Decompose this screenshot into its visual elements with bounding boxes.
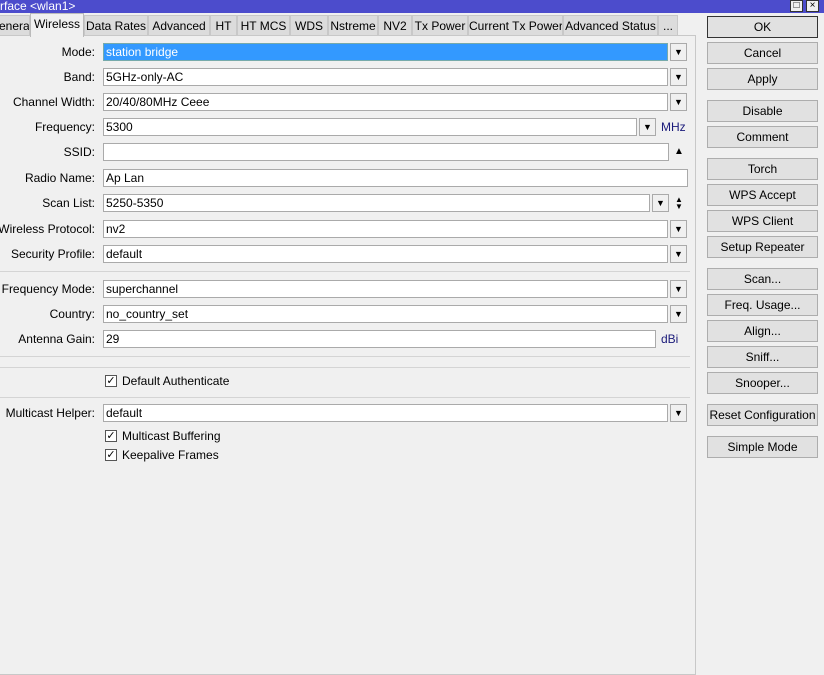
band-label: Band:	[63, 70, 95, 84]
disable-button[interactable]: Disable	[707, 100, 818, 122]
band-dropdown-icon[interactable]: ▼	[670, 68, 687, 86]
apply-button[interactable]: Apply	[707, 68, 818, 90]
frequency-mode-select[interactable]: superchannel	[103, 280, 668, 298]
ssid-label: SSID:	[63, 145, 95, 159]
tab-nstreme[interactable]: Nstreme	[328, 15, 378, 36]
frequency-label: Frequency:	[34, 120, 95, 134]
tab-advanced[interactable]: Advanced	[148, 15, 210, 36]
collapse-up-icon[interactable]: ▲	[673, 146, 685, 157]
snooper-button[interactable]: Snooper...	[707, 372, 818, 394]
tab-data-rates[interactable]: Data Rates	[84, 15, 148, 36]
tab-ht-mcs[interactable]: HT MCS	[237, 15, 290, 36]
freq-usage-button[interactable]: Freq. Usage...	[707, 294, 818, 316]
multicast-helper-select[interactable]: default	[103, 404, 668, 422]
tab-nv2[interactable]: NV2	[378, 15, 412, 36]
channel-width-dropdown-icon[interactable]: ▼	[670, 93, 687, 111]
channel-width-label: Channel Width:	[12, 95, 95, 109]
ssid-input[interactable]	[103, 143, 669, 161]
ok-button[interactable]: OK	[707, 16, 818, 38]
multicast-buffering-label: Multicast Buffering	[122, 429, 221, 443]
tab-wds[interactable]: WDS	[290, 15, 328, 36]
multicast-buffering-checkbox[interactable]: ✓	[105, 430, 117, 442]
simple-mode-button[interactable]: Simple Mode	[707, 436, 818, 458]
multicast-helper-label: Multicast Helper:	[5, 406, 95, 420]
antenna-gain-input[interactable]: 29	[103, 330, 656, 348]
keepalive-frames-label: Keepalive Frames	[122, 448, 219, 462]
separator	[0, 397, 690, 398]
country-select[interactable]: no_country_set	[103, 305, 668, 323]
default-authenticate-label: Default Authenticate	[122, 374, 230, 388]
reset-configuration-button[interactable]: Reset Configuration	[707, 404, 818, 426]
tab-general[interactable]: eneral	[0, 15, 30, 36]
frequency-dropdown-icon[interactable]: ▼	[639, 118, 656, 136]
default-authenticate-checkbox[interactable]: ✓	[105, 375, 117, 387]
cancel-button[interactable]: Cancel	[707, 42, 818, 64]
wps-client-button[interactable]: WPS Client	[707, 210, 818, 232]
align-button[interactable]: Align...	[707, 320, 818, 342]
multicast-helper-dropdown-icon[interactable]: ▼	[670, 404, 687, 422]
wireless-protocol-select[interactable]: nv2	[103, 220, 668, 238]
channel-width-select[interactable]: 20/40/80MHz Ceee	[103, 93, 668, 111]
scan-list-label: Scan List:	[42, 196, 95, 210]
band-select[interactable]: 5GHz-only-AC	[103, 68, 668, 86]
country-dropdown-icon[interactable]: ▼	[670, 305, 687, 323]
frequency-mode-label: Frequency Mode:	[1, 282, 95, 296]
scan-list-input[interactable]: 5250-5350	[103, 194, 650, 212]
frequency-select[interactable]: 5300	[103, 118, 637, 136]
scan-list-dropdown-icon[interactable]: ▼	[652, 194, 669, 212]
keepalive-frames-checkbox[interactable]: ✓	[105, 449, 117, 461]
country-label: Country:	[49, 307, 95, 321]
scan-button[interactable]: Scan...	[707, 268, 818, 290]
torch-button[interactable]: Torch	[707, 158, 818, 180]
window-titlebar: rface <wlan1> □ ×	[0, 0, 824, 13]
tab-ht[interactable]: HT	[210, 15, 237, 36]
antenna-gain-label: Antenna Gain:	[18, 332, 95, 346]
setup-repeater-button[interactable]: Setup Repeater	[707, 236, 818, 258]
separator	[0, 367, 690, 368]
security-profile-label: Security Profile:	[10, 247, 95, 261]
frequency-unit: MHz	[661, 120, 686, 134]
separator	[0, 271, 690, 272]
tab-tx-power[interactable]: Tx Power	[412, 15, 468, 36]
mode-dropdown-icon[interactable]: ▼	[670, 43, 687, 61]
tab-current-tx-power[interactable]: Current Tx Power	[468, 15, 563, 36]
tab-wireless[interactable]: Wireless	[30, 13, 84, 37]
wireless-protocol-dropdown-icon[interactable]: ▼	[670, 220, 687, 238]
maximize-button[interactable]: □	[790, 0, 803, 12]
frequency-mode-dropdown-icon[interactable]: ▼	[670, 280, 687, 298]
antenna-gain-unit: dBi	[661, 332, 679, 346]
security-profile-dropdown-icon[interactable]: ▼	[670, 245, 687, 263]
tab-advanced-status[interactable]: Advanced Status	[563, 15, 658, 36]
wireless-protocol-label: Wireless Protocol:	[0, 222, 95, 236]
wps-accept-button[interactable]: WPS Accept	[707, 184, 818, 206]
window-title: rface <wlan1>	[0, 0, 76, 13]
close-button[interactable]: ×	[806, 0, 819, 12]
radio-name-input[interactable]: Ap Lan	[103, 169, 688, 187]
add-remove-updown-icon[interactable]: ▲ ▼	[673, 196, 685, 211]
mode-label: Mode:	[61, 45, 95, 59]
separator	[0, 356, 690, 357]
tab-more[interactable]: ...	[658, 15, 678, 36]
sniff-button[interactable]: Sniff...	[707, 346, 818, 368]
comment-button[interactable]: Comment	[707, 126, 818, 148]
mode-select[interactable]: station bridge	[103, 43, 668, 61]
security-profile-select[interactable]: default	[103, 245, 668, 263]
radio-name-label: Radio Name:	[24, 171, 95, 185]
